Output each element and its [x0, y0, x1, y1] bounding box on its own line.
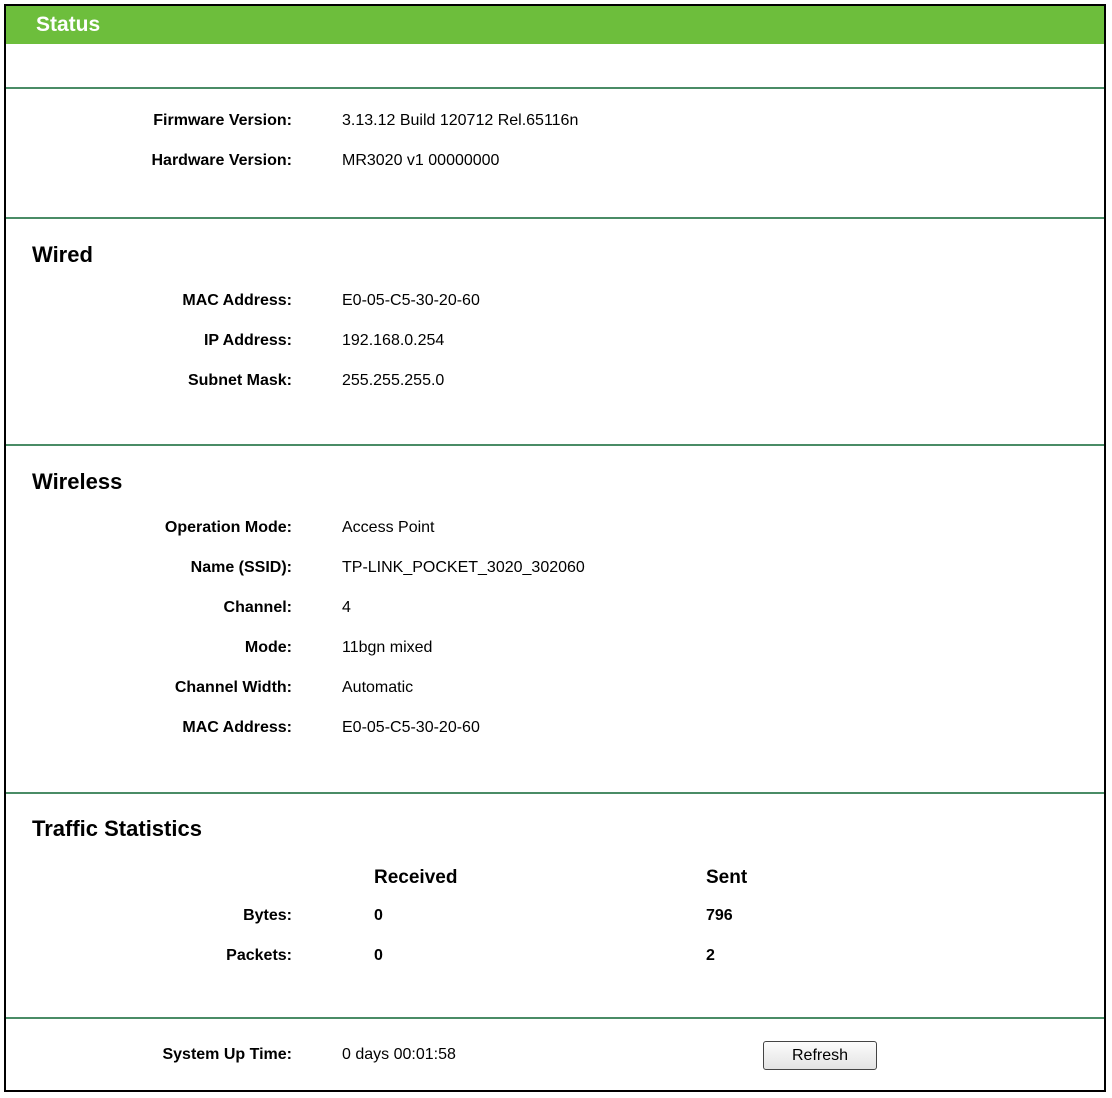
- system-uptime-value: 0 days 00:01:58: [342, 1046, 456, 1063]
- wired-ip-label: IP Address:: [203, 332, 292, 349]
- wireless-channel-width-label: Channel Width:: [174, 679, 292, 696]
- bytes-received-value: 0: [374, 907, 383, 924]
- section-title-wireless: Wireless: [32, 469, 123, 494]
- wireless-ssid-label: Name (SSID):: [190, 559, 292, 576]
- wireless-channel-label: Channel:: [223, 599, 292, 616]
- hardware-version-label: Hardware Version:: [151, 152, 293, 169]
- wireless-channel-width-value: Automatic: [342, 679, 414, 696]
- packets-sent-value: 2: [706, 947, 715, 964]
- packets-label: Packets:: [226, 947, 292, 964]
- firmware-version-label: Firmware Version:: [153, 112, 292, 129]
- bytes-sent-value: 796: [706, 907, 733, 924]
- wireless-mac-value: E0-05-C5-30-20-60: [342, 719, 480, 736]
- sent-column-header: Sent: [706, 867, 748, 888]
- wired-subnet-value: 255.255.255.0: [342, 372, 445, 389]
- wired-mac-label: MAC Address:: [182, 292, 292, 309]
- section-title-wired: Wired: [32, 242, 93, 267]
- wireless-operation-mode-label: Operation Mode:: [164, 519, 292, 536]
- divider: [6, 1017, 1104, 1019]
- wireless-ssid-value: TP-LINK_POCKET_3020_302060: [342, 559, 585, 576]
- status-panel: Status Firmware Version: 3.13.12 Build 1…: [4, 4, 1106, 1092]
- wireless-mac-label: MAC Address:: [182, 719, 292, 736]
- firmware-version-value: 3.13.12 Build 120712 Rel.65116n: [342, 112, 579, 129]
- wireless-channel-value: 4: [342, 599, 351, 616]
- section-title-traffic: Traffic Statistics: [32, 816, 202, 841]
- wireless-mode-label: Mode:: [244, 639, 292, 656]
- packets-received-value: 0: [374, 947, 383, 964]
- system-uptime-label: System Up Time:: [162, 1046, 292, 1063]
- divider: [6, 792, 1104, 794]
- received-column-header: Received: [374, 867, 458, 888]
- wired-ip-value: 192.168.0.254: [342, 332, 445, 349]
- refresh-button[interactable]: Refresh: [763, 1041, 877, 1070]
- divider: [6, 87, 1104, 89]
- divider: [6, 217, 1104, 219]
- wireless-mode-value: 11bgn mixed: [342, 639, 433, 656]
- divider: [6, 444, 1104, 446]
- bytes-label: Bytes:: [243, 907, 292, 924]
- wireless-operation-mode-value: Access Point: [342, 519, 435, 536]
- page-title: Status: [6, 6, 1104, 44]
- wired-mac-value: E0-05-C5-30-20-60: [342, 292, 480, 309]
- hardware-version-value: MR3020 v1 00000000: [342, 152, 500, 169]
- wired-subnet-label: Subnet Mask:: [187, 372, 292, 389]
